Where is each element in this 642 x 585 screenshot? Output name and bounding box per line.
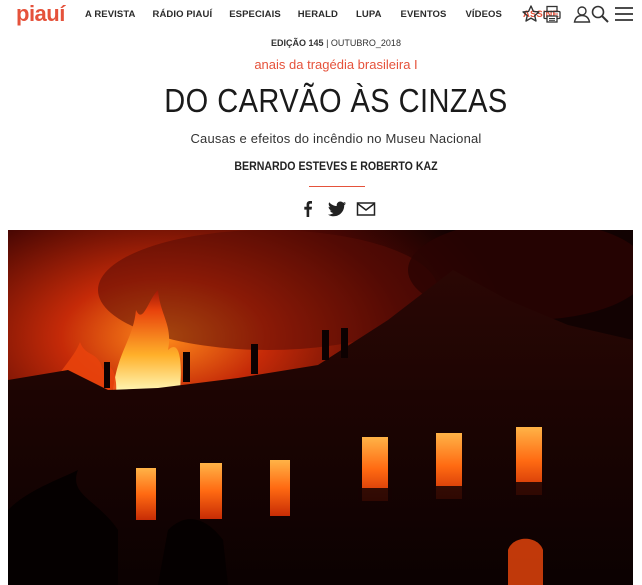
article-title: DO CARVÃO ÀS CINZAS [164, 82, 508, 119]
nav-item-lupa[interactable]: LUPA [356, 9, 382, 20]
twitter-icon[interactable] [327, 200, 347, 218]
printer-icon[interactable] [542, 4, 562, 24]
star-icon[interactable] [521, 4, 541, 24]
edition-info: EDIÇÃO 145 | OUTUBRO_2018 [0, 38, 642, 48]
share-bar [298, 200, 376, 218]
article-byline[interactable]: BERNARDO ESTEVES E ROBERTO KAZ [27, 161, 642, 173]
title-divider [309, 186, 365, 187]
article-subtitle: Causas e efeitos do incêndio no Museu Na… [190, 131, 482, 146]
nav-item-eventos[interactable]: EVENTOS [401, 9, 447, 20]
main-menu: A REVISTA RÁDIO PIAUÍ ESPECIAIS HERALD L… [85, 9, 559, 20]
edition-date: | OUTUBRO_2018 [323, 38, 401, 48]
museum-fire-illustration [8, 230, 633, 585]
hero-image [8, 230, 633, 585]
user-icon[interactable] [572, 4, 592, 24]
search-icon[interactable] [590, 4, 610, 24]
nav-item-videos[interactable]: VÍDEOS [465, 9, 502, 20]
piaui-logo[interactable]: piauí [16, 1, 65, 27]
nav-item-herald[interactable]: HERALD [298, 9, 338, 20]
nav-item-especiais[interactable]: ESPECIAIS [229, 9, 281, 20]
menu-icon[interactable] [614, 4, 634, 24]
nav-item-radio-piaui[interactable]: RÁDIO PIAUÍ [153, 9, 213, 20]
header-tools [521, 4, 634, 24]
facebook-icon[interactable] [298, 200, 318, 218]
edition-number[interactable]: EDIÇÃO 145 [271, 38, 324, 48]
nav-item-a-revista[interactable]: A REVISTA [85, 9, 136, 20]
email-icon[interactable] [356, 200, 376, 218]
top-navigation: piauí A REVISTA RÁDIO PIAUÍ ESPECIAIS HE… [0, 0, 642, 30]
article-kicker[interactable]: anais da tragédia brasileira I [0, 57, 642, 72]
